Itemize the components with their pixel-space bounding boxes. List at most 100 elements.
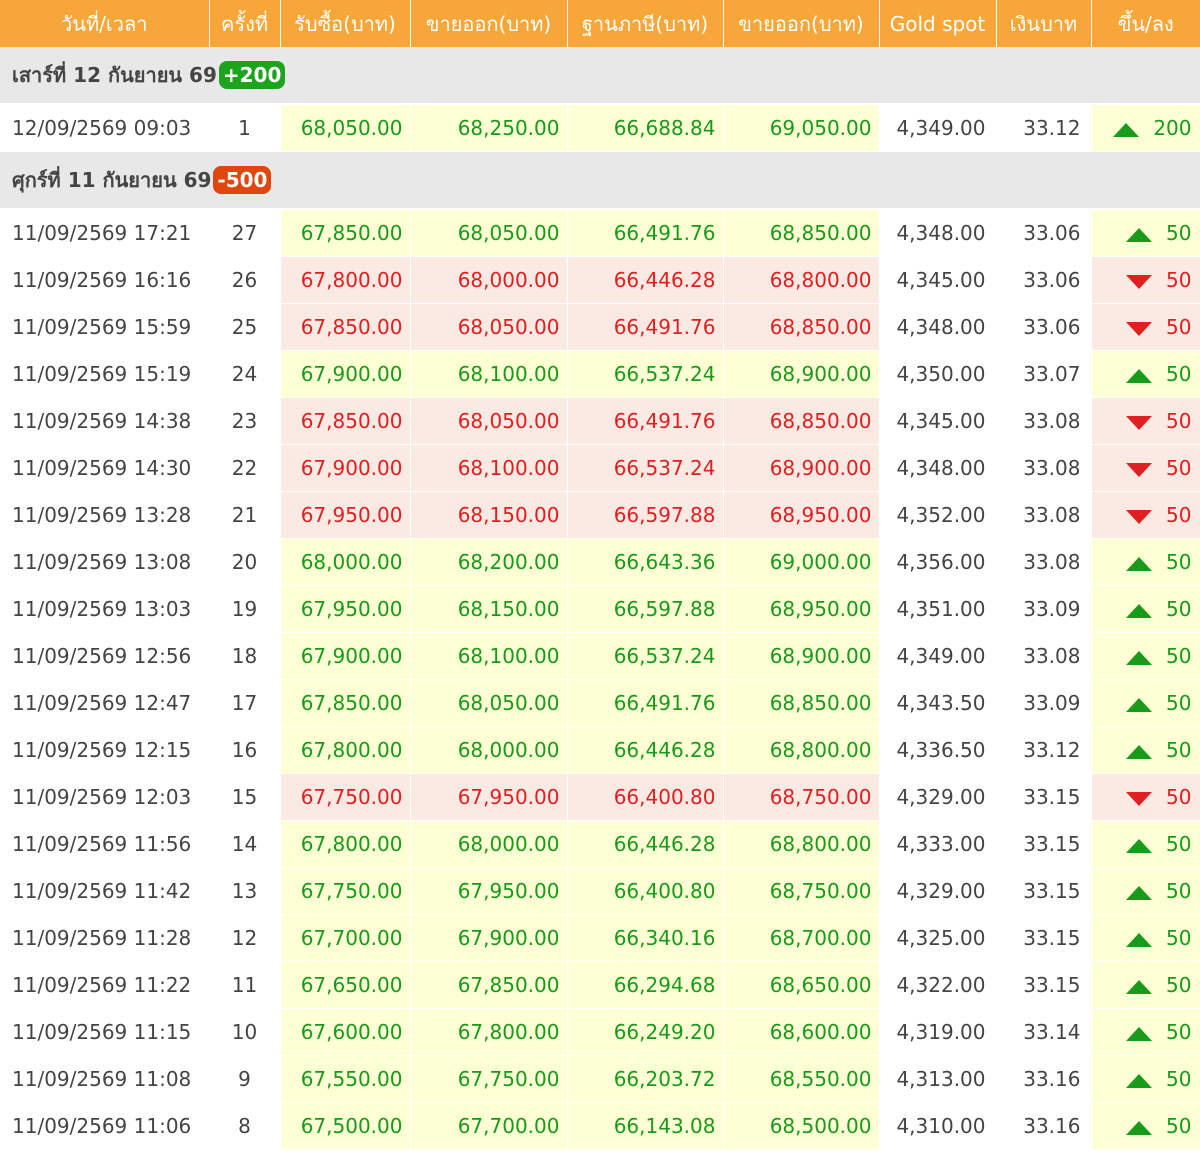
date-cell: 11/09/2569 11:22 [0, 961, 210, 1009]
sell-price-cell: 67,950.00 [410, 773, 568, 821]
tax-base-cell: 66,294.68 [567, 961, 724, 1009]
thb-rate-cell: 33.14 [996, 1008, 1092, 1056]
header-sell-2[interactable]: ขายออก(บาท) [723, 0, 880, 47]
thb-rate-cell: 33.15 [996, 820, 1092, 868]
header-sell[interactable]: ขายออก(บาท) [410, 0, 568, 47]
gold-spot-cell: 4,351.00 [879, 585, 997, 633]
date-group-header: ศุกร์ที่ 11 กันยายน 69 -500 [0, 151, 1200, 210]
triangle-up-icon [1126, 227, 1153, 242]
date-cell: 11/09/2569 15:59 [0, 303, 210, 351]
sell-price-2-cell: 68,900.00 [723, 444, 880, 492]
triangle-down-icon [1126, 321, 1153, 336]
table-row: 11/09/2569 12:03 15 67,750.00 67,950.00 66,4… [0, 773, 1200, 821]
tax-base-cell: 66,491.76 [567, 209, 724, 257]
header-gold-spot[interactable]: Gold spot [879, 0, 997, 47]
gold-spot-cell: 4,322.00 [879, 961, 997, 1009]
thb-rate-cell: 33.15 [996, 914, 1092, 962]
tax-base-cell: 66,203.72 [567, 1055, 724, 1103]
date-cell: 11/09/2569 13:08 [0, 538, 210, 586]
triangle-up-icon [1126, 368, 1153, 383]
tax-base-cell: 66,537.24 [567, 632, 724, 680]
round-cell: 22 [209, 444, 281, 492]
change-cell: 50 [1091, 303, 1200, 351]
thb-rate-cell: 33.16 [996, 1102, 1092, 1150]
gold-spot-cell: 4,345.00 [879, 256, 997, 304]
table-row: 11/09/2569 12:47 17 67,850.00 68,050.00 66,4… [0, 679, 1200, 727]
date-cell: 11/09/2569 11:56 [0, 820, 210, 868]
triangle-up-icon [1126, 556, 1153, 571]
sell-price-cell: 67,950.00 [410, 867, 568, 915]
tax-base-cell: 66,491.76 [567, 679, 724, 727]
change-value: 50 [1166, 973, 1192, 997]
buy-price-cell: 67,900.00 [280, 444, 411, 492]
change-cell: 50 [1091, 726, 1200, 774]
change-cell: 50 [1091, 585, 1200, 633]
table-body: เสาร์ที่ 12 กันยายน 69 +200 12/09/2569 09:… [0, 47, 1200, 1150]
header-round[interactable]: ครั้งที่ [209, 0, 281, 47]
header-tax-base[interactable]: ฐานภาษี(บาท) [567, 0, 724, 47]
gold-spot-cell: 4,348.00 [879, 209, 997, 257]
table-row: 11/09/2569 14:38 23 67,850.00 68,050.00 66,4… [0, 397, 1200, 445]
buy-price-cell: 67,700.00 [280, 914, 411, 962]
thb-rate-cell: 33.08 [996, 444, 1092, 492]
change-cell: 50 [1091, 256, 1200, 304]
change-value: 50 [1166, 738, 1192, 762]
date-cell: 11/09/2569 12:03 [0, 773, 210, 821]
date-group-header: เสาร์ที่ 12 กันยายน 69 +200 [0, 47, 1200, 105]
sell-price-cell: 68,000.00 [410, 256, 568, 304]
round-cell: 20 [209, 538, 281, 586]
tax-base-cell: 66,249.20 [567, 1008, 724, 1056]
gold-spot-cell: 4,329.00 [879, 867, 997, 915]
header-buy[interactable]: รับซื้อ(บาท) [280, 0, 411, 47]
header-change[interactable]: ขึ้น/ลง [1091, 0, 1200, 47]
change-value: 50 [1166, 503, 1192, 527]
gold-spot-cell: 4,329.00 [879, 773, 997, 821]
change-cell: 50 [1091, 444, 1200, 492]
sell-price-2-cell: 68,800.00 [723, 820, 880, 868]
table-row: 11/09/2569 16:16 26 67,800.00 68,000.00 66,4… [0, 256, 1200, 304]
sell-price-2-cell: 68,950.00 [723, 585, 880, 633]
gold-spot-cell: 4,349.00 [879, 632, 997, 680]
tax-base-cell: 66,597.88 [567, 585, 724, 633]
table-row: 11/09/2569 15:19 24 67,900.00 68,100.00 66,5… [0, 350, 1200, 398]
buy-price-cell: 67,850.00 [280, 209, 411, 257]
table-row: 11/09/2569 12:56 18 67,900.00 68,100.00 66,5… [0, 632, 1200, 680]
triangle-up-icon [1126, 885, 1153, 900]
thb-rate-cell: 33.06 [996, 209, 1092, 257]
triangle-up-icon [1126, 838, 1153, 853]
change-value: 50 [1166, 221, 1192, 245]
daily-change-badge: -500 [213, 166, 272, 194]
change-value: 200 [1153, 116, 1192, 140]
change-cell: 50 [1091, 1102, 1200, 1150]
round-cell: 8 [209, 1102, 281, 1150]
triangle-up-icon [1126, 603, 1153, 618]
triangle-down-icon [1126, 274, 1153, 289]
sell-price-2-cell: 68,550.00 [723, 1055, 880, 1103]
buy-price-cell: 67,750.00 [280, 773, 411, 821]
tax-base-cell: 66,643.36 [567, 538, 724, 586]
change-cell: 50 [1091, 397, 1200, 445]
tax-base-cell: 66,491.76 [567, 303, 724, 351]
buy-price-cell: 67,850.00 [280, 679, 411, 727]
table-row: 12/09/2569 09:03 1 68,050.00 68,250.00 66,68… [0, 104, 1200, 152]
buy-price-cell: 67,550.00 [280, 1055, 411, 1103]
change-value: 50 [1166, 315, 1192, 339]
tax-base-cell: 66,688.84 [567, 104, 724, 152]
sell-price-2-cell: 68,950.00 [723, 491, 880, 539]
buy-price-cell: 67,600.00 [280, 1008, 411, 1056]
daily-change-badge: +200 [218, 61, 286, 89]
header-thb[interactable]: เงินบาท [996, 0, 1092, 47]
sell-price-cell: 67,850.00 [410, 961, 568, 1009]
thb-rate-cell: 33.08 [996, 491, 1092, 539]
change-value: 50 [1166, 268, 1192, 292]
triangle-up-icon [1126, 1120, 1153, 1135]
thb-rate-cell: 33.15 [996, 961, 1092, 1009]
table-row: 11/09/2569 13:03 19 67,950.00 68,150.00 66,5… [0, 585, 1200, 633]
date-cell: 11/09/2569 12:56 [0, 632, 210, 680]
sell-price-cell: 68,050.00 [410, 397, 568, 445]
header-date-time[interactable]: วันที่/เวลา [0, 0, 210, 47]
round-cell: 25 [209, 303, 281, 351]
buy-price-cell: 68,050.00 [280, 104, 411, 152]
buy-price-cell: 67,750.00 [280, 867, 411, 915]
gold-spot-cell: 4,356.00 [879, 538, 997, 586]
